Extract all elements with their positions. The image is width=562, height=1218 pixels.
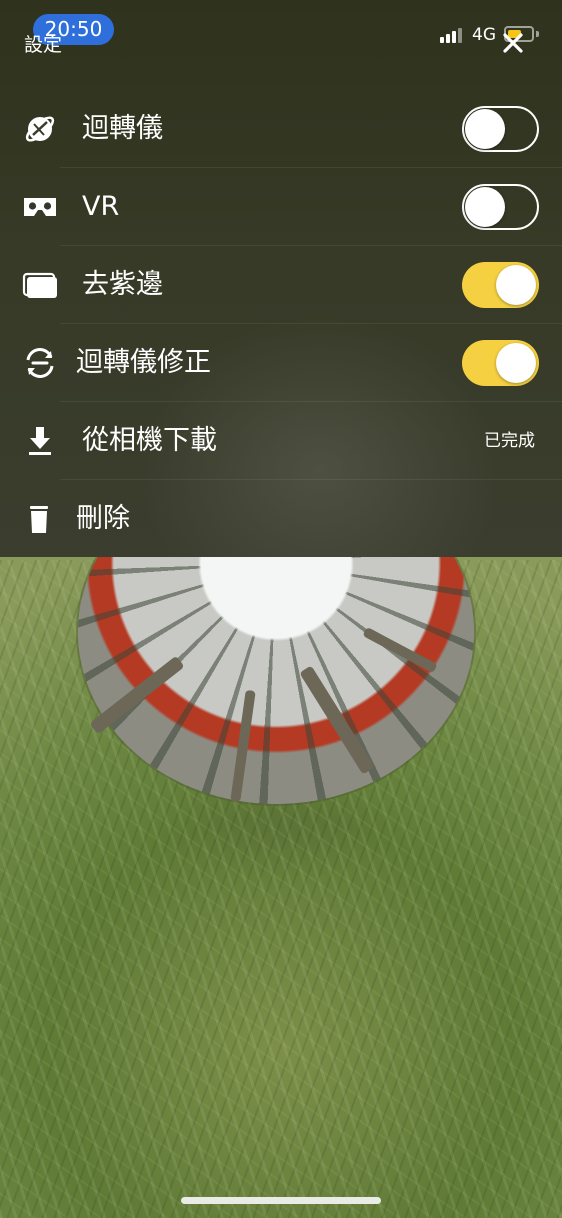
trash-icon bbox=[22, 501, 58, 537]
setting-row-delete[interactable]: 刪除 bbox=[0, 480, 562, 558]
setting-row-download[interactable]: 從相機下載 已完成 bbox=[0, 402, 562, 480]
toggle-knob bbox=[465, 109, 505, 149]
setting-row-purple-fringe[interactable]: 去紫邊 bbox=[0, 246, 562, 324]
gyro-calibration-icon bbox=[22, 345, 58, 381]
download-status: 已完成 bbox=[484, 431, 535, 451]
download-icon bbox=[22, 423, 58, 459]
setting-label: 刪除 bbox=[76, 503, 130, 534]
network-type: 4G bbox=[472, 25, 496, 45]
settings-panel: 20:50 4G 設定 迴轉儀 VR 去紫邊 迴轉儀修正 從相機下載 已完成 刪… bbox=[0, 0, 562, 557]
purple-fringe-icon bbox=[22, 267, 58, 303]
status-bar: 20:50 4G bbox=[0, 0, 562, 60]
screen: 20:50 4G 設定 迴轉儀 VR 去紫邊 迴轉儀修正 從相機下載 已完成 刪… bbox=[0, 0, 562, 1218]
gyroscope-toggle[interactable] bbox=[462, 106, 539, 152]
close-button[interactable] bbox=[500, 30, 526, 56]
setting-row-gyro-calibration[interactable]: 迴轉儀修正 bbox=[0, 324, 562, 402]
setting-label: VR bbox=[82, 191, 120, 222]
setting-label: 迴轉儀修正 bbox=[76, 347, 211, 378]
setting-row-vr[interactable]: VR bbox=[0, 168, 562, 246]
purple-fringe-toggle[interactable] bbox=[462, 262, 539, 308]
toggle-knob bbox=[496, 265, 536, 305]
setting-row-gyroscope[interactable]: 迴轉儀 bbox=[0, 90, 562, 168]
home-indicator[interactable] bbox=[181, 1197, 381, 1204]
close-x-icon bbox=[503, 33, 523, 53]
battery-tip bbox=[536, 31, 539, 37]
gyro-calibration-toggle[interactable] bbox=[462, 340, 539, 386]
vr-toggle[interactable] bbox=[462, 184, 539, 230]
vr-headset-icon bbox=[22, 189, 58, 225]
toggle-knob bbox=[496, 343, 536, 383]
cellular-signal-icon bbox=[440, 27, 466, 43]
setting-label: 去紫邊 bbox=[82, 269, 163, 300]
setting-label: 迴轉儀 bbox=[82, 113, 163, 144]
setting-label: 從相機下載 bbox=[82, 425, 217, 456]
gyroscope-icon bbox=[22, 111, 58, 147]
toggle-knob bbox=[465, 187, 505, 227]
panel-title: 設定 bbox=[24, 34, 63, 56]
